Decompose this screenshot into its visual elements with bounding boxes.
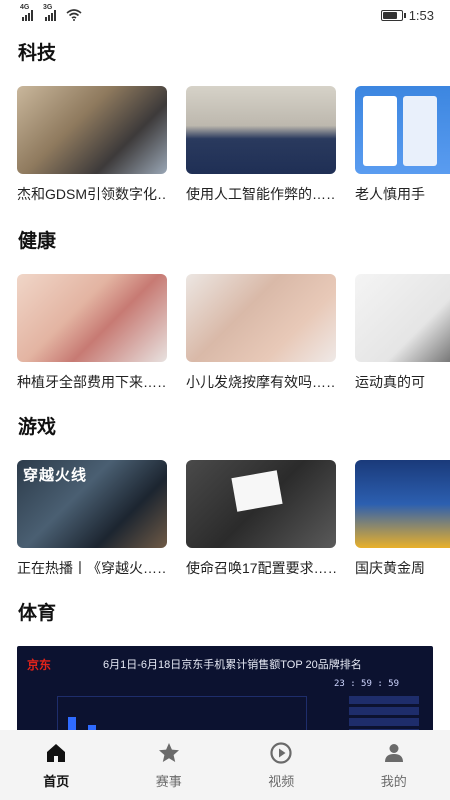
card-caption: 种植牙全部费用下来…… bbox=[17, 374, 167, 390]
news-card[interactable]: 小儿发烧按摩有效吗…… bbox=[186, 274, 336, 392]
tab-label: 我的 bbox=[380, 773, 407, 789]
status-bar: 4G 3G 1:53 bbox=[0, 0, 450, 30]
section-title: 科技 bbox=[18, 43, 57, 64]
section-title: 体育 bbox=[18, 603, 57, 624]
card-caption: 运动真的可 bbox=[355, 374, 425, 390]
section-title: 游戏 bbox=[18, 417, 57, 438]
tab-profile[interactable]: 我的 bbox=[338, 730, 450, 800]
home-icon bbox=[47, 743, 66, 762]
thumbnail-image bbox=[186, 274, 336, 362]
section-title: 健康 bbox=[18, 231, 57, 252]
banner-side-list bbox=[349, 696, 419, 730]
wifi-icon bbox=[66, 9, 82, 21]
banner-timer: 23 : 59 : 59 bbox=[333, 679, 399, 689]
feed-content[interactable]: 科技 杰和GDSM引领数字化…… 使用人工智能作弊的…… 老人慎用手 健康 种植… bbox=[0, 30, 450, 730]
battery-icon bbox=[380, 9, 406, 21]
card-caption: 杰和GDSM引领数字化…… bbox=[17, 186, 167, 202]
tab-label: 首页 bbox=[43, 773, 70, 789]
thumbnail-image bbox=[186, 460, 336, 548]
card-caption: 小儿发烧按摩有效吗…… bbox=[186, 374, 336, 390]
news-card[interactable]: 运动真的可 bbox=[355, 274, 450, 392]
news-card[interactable]: 使命召唤17配置要求…… bbox=[186, 460, 336, 578]
card-row[interactable]: 杰和GDSM引领数字化…… 使用人工智能作弊的…… 老人慎用手 bbox=[17, 86, 450, 204]
news-card[interactable]: 杰和GDSM引领数字化…… bbox=[17, 86, 167, 204]
signal-icon: 4G bbox=[20, 4, 33, 21]
card-row[interactable]: 穿越火线 正在热播丨《穿越火…… 使命召唤17配置要求…… 国庆黄金周 bbox=[17, 460, 450, 578]
news-card[interactable]: 国庆黄金周 bbox=[355, 460, 450, 578]
bar-graphic bbox=[68, 717, 96, 730]
tab-events[interactable]: 赛事 bbox=[113, 730, 226, 800]
card-caption: 使用人工智能作弊的…… bbox=[186, 186, 336, 202]
sports-banner[interactable]: 京东 6月1日-6月18日京东手机累计销售额TOP 20品牌排名 23 : 59… bbox=[17, 646, 433, 730]
news-card[interactable]: 穿越火线 正在热播丨《穿越火…… bbox=[17, 460, 167, 578]
card-caption: 使命召唤17配置要求…… bbox=[186, 560, 336, 576]
user-icon bbox=[384, 743, 403, 762]
tab-home[interactable]: 首页 bbox=[0, 730, 113, 800]
tab-label: 赛事 bbox=[155, 773, 182, 789]
card-row[interactable]: 种植牙全部费用下来…… 小儿发烧按摩有效吗…… 运动真的可 bbox=[17, 274, 450, 392]
news-card[interactable]: 老人慎用手 bbox=[355, 86, 450, 204]
card-caption: 国庆黄金周 bbox=[355, 560, 425, 576]
signal-group: 4G 3G bbox=[20, 4, 82, 21]
brand-logo: 京东 bbox=[27, 658, 52, 672]
signal-icon: 3G bbox=[43, 4, 56, 21]
thumbnail-image bbox=[355, 274, 450, 362]
thumbnail-image bbox=[17, 274, 167, 362]
thumbnail-image bbox=[17, 86, 167, 174]
status-right: 1:53 bbox=[380, 7, 434, 23]
thumbnail-image bbox=[355, 86, 450, 174]
card-caption: 正在热播丨《穿越火…… bbox=[17, 560, 167, 576]
news-card[interactable]: 种植牙全部费用下来…… bbox=[17, 274, 167, 392]
thumbnail-image bbox=[186, 86, 336, 174]
banner-chart-area bbox=[57, 696, 307, 730]
bottom-tab-bar: 首页 赛事 视频 我的 bbox=[0, 730, 450, 800]
clock: 1:53 bbox=[408, 7, 434, 23]
thumbnail-image: 穿越火线 bbox=[17, 460, 167, 548]
star-icon bbox=[158, 742, 179, 762]
tab-label: 视频 bbox=[268, 773, 295, 789]
play-icon bbox=[270, 741, 292, 764]
banner-title: 6月1日-6月18日京东手机累计销售额TOP 20品牌排名 bbox=[103, 659, 362, 671]
news-card[interactable]: 使用人工智能作弊的…… bbox=[186, 86, 336, 204]
card-caption: 老人慎用手 bbox=[355, 186, 425, 202]
thumbnail-image bbox=[355, 460, 450, 548]
thumbnail-overlay-text: 穿越火线 bbox=[23, 467, 88, 484]
tab-video[interactable]: 视频 bbox=[225, 730, 338, 800]
